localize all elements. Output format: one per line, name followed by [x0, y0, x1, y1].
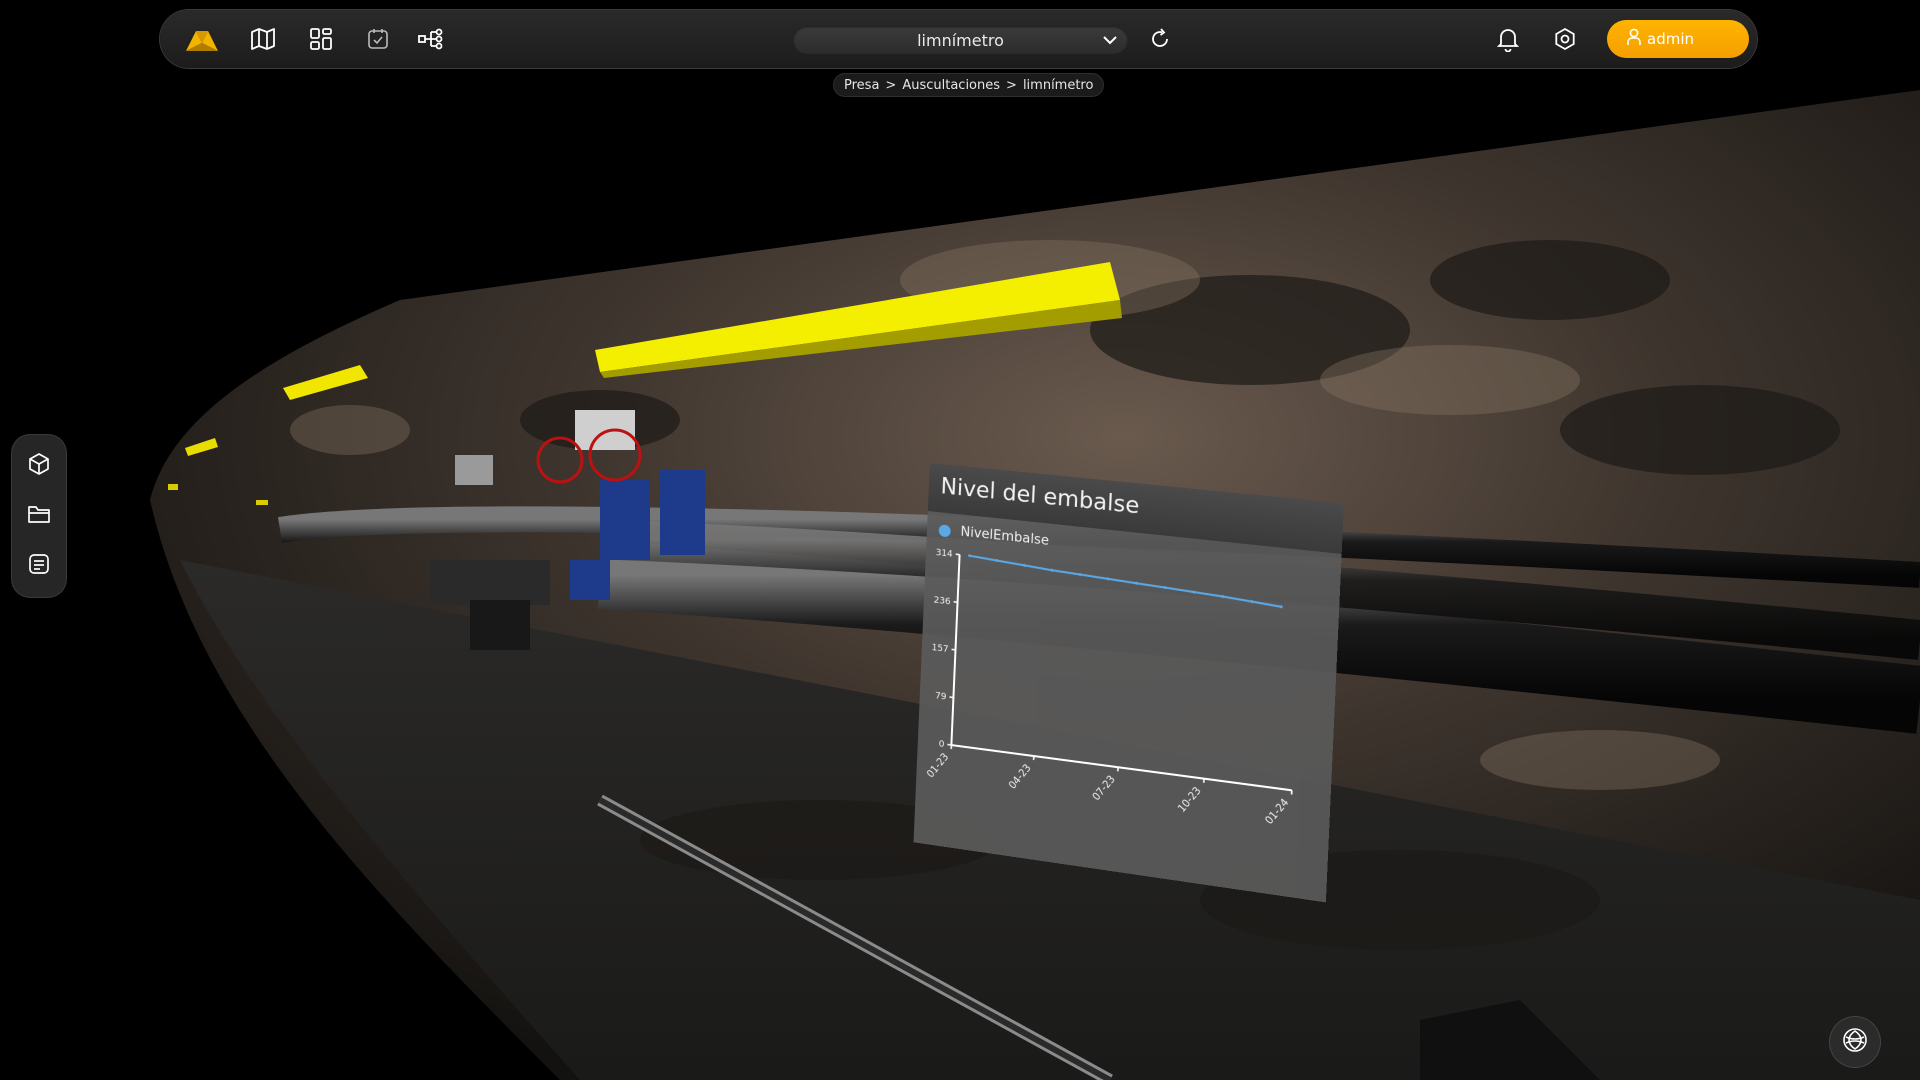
breadcrumb: Presa > Auscultaciones > limnímetro	[834, 74, 1104, 96]
chart-panel[interactable]: Nivel del embalse NivelEmbalse 0 79 157 236…	[904, 462, 1344, 903]
line-chart: 0 79 157 236 314 01-23 04-23 07-23 10-23 01-24	[925, 548, 1341, 827]
x-tick-label: 04-23	[1007, 762, 1034, 791]
breadcrumb-separator: >	[1006, 77, 1017, 93]
user-icon	[1627, 28, 1641, 50]
workflow-icon[interactable]	[416, 24, 446, 54]
folder-icon[interactable]	[26, 501, 52, 527]
dashboard-grid-icon[interactable]	[306, 24, 336, 54]
bell-icon[interactable]	[1493, 24, 1523, 54]
y-tick	[949, 697, 953, 698]
x-tick-label: 01-24	[1263, 797, 1291, 827]
notes-icon[interactable]	[26, 551, 52, 577]
breadcrumb-item[interactable]: Presa	[844, 78, 879, 93]
assistant-icon	[1840, 1025, 1870, 1059]
breadcrumb-item-current: limnímetro	[1022, 77, 1094, 93]
left-tool-panel	[12, 435, 66, 597]
breadcrumb-separator: >	[885, 77, 897, 93]
x-tick-label: 10-23	[1176, 785, 1204, 815]
sensor-select[interactable]: limnímetro	[793, 26, 1128, 54]
calendar-check-icon[interactable]	[363, 24, 393, 54]
y-tick-label: 0	[939, 739, 945, 750]
y-tick-label: 236	[933, 595, 951, 607]
y-tick-label: 79	[935, 691, 947, 703]
y-tick-label: 314	[935, 548, 953, 560]
breadcrumb-item[interactable]: Auscultaciones	[902, 78, 1000, 93]
user-menu-button[interactable]: admin	[1607, 20, 1749, 58]
settings-icon[interactable]	[1550, 24, 1580, 54]
x-tick-label: 01-23	[925, 751, 951, 780]
chevron-down-icon	[1100, 31, 1120, 53]
x-tick-label: 07-23	[1091, 774, 1118, 804]
assistant-button[interactable]	[1830, 1017, 1880, 1067]
cube-icon[interactable]	[26, 451, 52, 477]
refresh-icon[interactable]	[1145, 24, 1175, 54]
chart-body: NivelEmbalse 0 79 157 236 314 01-23 04-23 07-23…	[913, 510, 1342, 903]
sensor-select-value: limnímetro	[917, 30, 1004, 50]
logo-icon[interactable]	[182, 22, 222, 56]
map-icon[interactable]	[248, 24, 278, 54]
user-name: admin	[1647, 30, 1694, 48]
y-tick-label: 157	[931, 643, 948, 655]
top-navigation-bar: limnímetro admin	[160, 10, 1757, 68]
series-line-nivelembalse	[969, 556, 1282, 607]
x-axis-line	[951, 745, 1291, 790]
3d-tunnel-viewport[interactable]: Nivel del embalse NivelEmbalse 0 79 157 236…	[0, 0, 1920, 1080]
